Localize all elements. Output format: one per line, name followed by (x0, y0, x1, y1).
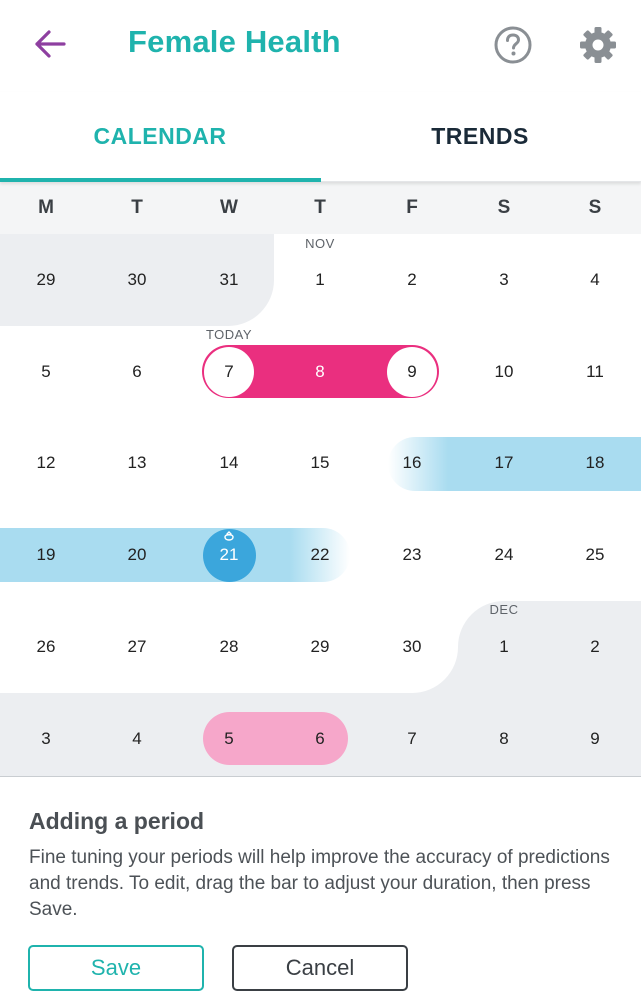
calendar-day-fertile[interactable]: 17 (474, 443, 534, 483)
calendar-day-fertile[interactable]: 18 (565, 443, 625, 483)
calendar-day[interactable]: 27 (107, 627, 167, 667)
calendar-day[interactable]: 29 (16, 260, 76, 300)
calendar-day[interactable]: 24 (474, 535, 534, 575)
calendar-day[interactable]: 4 (107, 719, 167, 759)
weekday-label: S (497, 197, 511, 218)
calendar-day[interactable]: 15 (290, 443, 350, 483)
calendar-day[interactable]: 2 (565, 627, 625, 667)
calendar-day[interactable]: 30 (382, 627, 442, 667)
calendar-day-fertile[interactable]: 16 (382, 443, 442, 483)
page-title: Female Health (128, 24, 341, 59)
calendar-day[interactable]: 14 (199, 443, 259, 483)
calendar-day[interactable]: 11 (565, 352, 625, 392)
calendar-day[interactable]: 3 (16, 719, 76, 759)
month-label-nov: NOV (305, 236, 335, 251)
calendar-day[interactable]: 9 (565, 719, 625, 759)
calendar-day-predicted[interactable]: 6 (290, 719, 350, 759)
calendar-day-period[interactable]: 9 (382, 352, 442, 392)
panel-title: Adding a period (29, 808, 205, 834)
calendar-day[interactable]: 7 (382, 719, 442, 759)
calendar-day-fertile[interactable]: 19 (16, 535, 76, 575)
gear-icon (580, 27, 616, 63)
calendar-day[interactable]: 1 (290, 260, 350, 300)
calendar-day[interactable]: 29 (290, 627, 350, 667)
back-button[interactable] (30, 26, 70, 62)
calendar-day[interactable]: 10 (474, 352, 534, 392)
weekday-label: W (220, 197, 238, 218)
calendar-day[interactable]: 4 (565, 260, 625, 300)
weekday-header: M T W T F S S (0, 182, 641, 234)
calendar-day[interactable]: 6 (107, 352, 167, 392)
help-circle-icon (494, 26, 532, 64)
calendar-day-period[interactable]: 8 (290, 352, 350, 392)
arrow-left-icon (35, 30, 66, 58)
weekday-label: T (131, 197, 143, 218)
calendar-day[interactable]: 28 (199, 627, 259, 667)
calendar-day[interactable]: 23 (382, 535, 442, 575)
cancel-button[interactable]: Cancel (232, 945, 408, 991)
calendar-day[interactable]: 1 (474, 627, 534, 667)
help-button[interactable] (493, 25, 533, 65)
calendar-day[interactable]: 30 (107, 260, 167, 300)
calendar-day-fertile[interactable]: 22 (290, 535, 350, 575)
calendar-day[interactable]: 31 (199, 260, 259, 300)
calendar-day[interactable]: 26 (16, 627, 76, 667)
tab-calendar[interactable]: CALENDAR (0, 92, 320, 180)
month-label-dec: DEC (489, 602, 519, 617)
divider (0, 776, 641, 777)
calendar-day[interactable]: 2 (382, 260, 442, 300)
today-label: TODAY (205, 327, 253, 342)
save-button[interactable]: Save (28, 945, 204, 991)
app-header: Female Health (0, 0, 641, 92)
weekday-label: S (588, 197, 602, 218)
calendar-day[interactable]: 25 (565, 535, 625, 575)
panel-description: Fine tuning your periods will help impro… (29, 847, 610, 920)
weekday-label: F (406, 197, 418, 218)
calendar-day[interactable]: 8 (474, 719, 534, 759)
active-tab-indicator (0, 178, 321, 182)
calendar-grid: NOV TODAY DEC 29 30 31 1 2 3 4 5 6 7 8 9… (0, 234, 641, 776)
weekday-label: M (38, 197, 54, 218)
calendar-day[interactable]: 5 (16, 352, 76, 392)
tab-bar: CALENDAR TRENDS (0, 92, 641, 182)
settings-button[interactable] (578, 25, 618, 65)
calendar-day-predicted[interactable]: 5 (199, 719, 259, 759)
calendar-day-ovulation[interactable]: 21 (199, 535, 259, 575)
calendar-day-today[interactable]: 7 (199, 352, 259, 392)
calendar-day-fertile[interactable]: 20 (107, 535, 167, 575)
weekday-label: T (314, 197, 326, 218)
calendar-day[interactable]: 12 (16, 443, 76, 483)
calendar-day[interactable]: 3 (474, 260, 534, 300)
tab-trends[interactable]: TRENDS (320, 92, 640, 180)
calendar-day[interactable]: 13 (107, 443, 167, 483)
